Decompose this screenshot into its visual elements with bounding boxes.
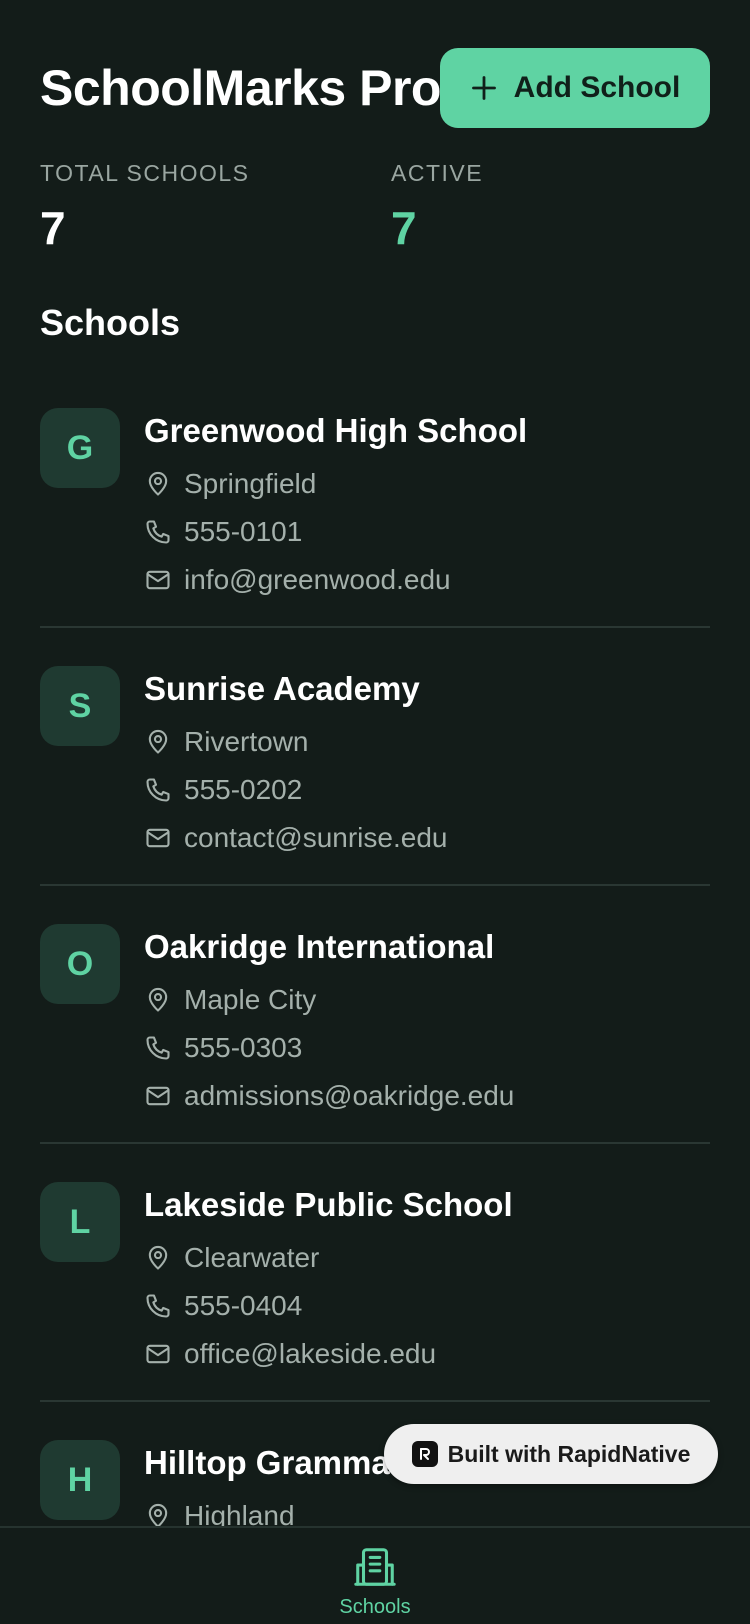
phone-icon (146, 1036, 170, 1060)
map-pin-icon (148, 1245, 168, 1270)
school-email: office@lakeside.edu (184, 1338, 437, 1369)
school-card[interactable]: G Greenwood High School Springfield 555-… (40, 370, 710, 628)
active-schools-value: 7 (391, 202, 417, 254)
map-pin-icon (148, 987, 168, 1012)
map-pin-icon (148, 471, 168, 496)
school-name: Oakridge International (144, 928, 495, 965)
rapidnative-logo-icon (411, 1441, 438, 1467)
tab-schools-label: Schools (339, 1596, 411, 1618)
school-name: Sunrise Academy (144, 670, 420, 707)
school-info: Oakridge International Maple City 555-03… (144, 928, 710, 1120)
school-avatar: O (40, 924, 120, 1004)
school-phone-row: 555-0101 (144, 508, 710, 556)
school-phone: 555-0404 (184, 1290, 303, 1321)
school-city: Maple City (184, 984, 317, 1015)
school-phone: 555-0101 (184, 516, 303, 547)
school-info: Lakeside Public School Clearwater 555-04… (144, 1186, 710, 1378)
tab-schools[interactable]: Schools (325, 1544, 425, 1624)
header: SchoolMarks Pro Add School (40, 48, 710, 132)
school-phone-row: 555-0202 (144, 766, 710, 814)
school-card[interactable]: L Lakeside Public School Clearwater 555-… (40, 1144, 710, 1402)
school-info: Greenwood High School Springfield 555-01… (144, 412, 710, 604)
active-schools-label: ACTIVE (391, 160, 484, 186)
school-phone: 555-0202 (184, 774, 303, 805)
school-phone-row: 555-0404 (144, 1282, 710, 1330)
school-info: Sunrise Academy Rivertown 555-0202 conta… (144, 670, 710, 862)
total-schools-label: TOTAL SCHOOLS (40, 160, 250, 186)
school-phone: 555-0303 (184, 1032, 303, 1063)
school-city: Clearwater (184, 1242, 320, 1273)
school-avatar: S (40, 666, 120, 746)
school-card[interactable]: O Oakridge International Maple City 555-… (40, 886, 710, 1144)
app-screen: SchoolMarks Pro Add School TOTAL SCHOOLS… (0, 0, 750, 1624)
school-city: Springfield (184, 468, 317, 499)
school-email-row: office@lakeside.edu (144, 1330, 710, 1378)
phone-icon (146, 520, 170, 544)
school-building-icon (354, 1548, 396, 1586)
school-location-row: Maple City (144, 976, 710, 1024)
mail-icon (146, 1344, 170, 1364)
school-email-row: admissions@oakridge.edu (144, 1072, 710, 1120)
school-email-row: info@greenwood.edu (144, 556, 710, 604)
active-schools-stat: ACTIVE 7 (391, 160, 483, 255)
add-school-label: Add School (513, 71, 681, 104)
stats-panel: TOTAL SCHOOLS 7 ACTIVE 7 (40, 160, 710, 260)
total-schools-value: 7 (40, 202, 66, 254)
school-avatar: H (40, 1440, 120, 1520)
school-email: contact@sunrise.edu (184, 822, 448, 853)
phone-icon (146, 778, 170, 802)
section-title: Schools (40, 302, 181, 343)
built-with-label: Built with RapidNative (447, 1440, 691, 1467)
app-title: SchoolMarks Pro (40, 60, 441, 116)
phone-icon (146, 1294, 170, 1318)
bottom-tab-bar: Schools (0, 1526, 750, 1624)
built-with-badge[interactable]: Built with RapidNative (384, 1424, 718, 1484)
school-email-row: contact@sunrise.edu (144, 814, 710, 862)
plus-icon (471, 76, 496, 100)
school-avatar: G (40, 408, 120, 488)
school-location-row: Clearwater (144, 1234, 710, 1282)
mail-icon (146, 828, 170, 848)
map-pin-icon (148, 729, 168, 754)
school-name: Lakeside Public School (144, 1186, 513, 1223)
school-card[interactable]: S Sunrise Academy Rivertown 555-0202 con… (40, 628, 710, 886)
school-city: Rivertown (184, 726, 309, 757)
mail-icon (146, 570, 170, 590)
school-phone-row: 555-0303 (144, 1024, 710, 1072)
school-location-row: Rivertown (144, 718, 710, 766)
school-email: admissions@oakridge.edu (184, 1080, 515, 1111)
add-school-button[interactable]: Add School (440, 48, 710, 128)
total-schools-stat: TOTAL SCHOOLS 7 (40, 160, 250, 255)
school-location-row: Springfield (144, 460, 710, 508)
school-email: info@greenwood.edu (184, 564, 451, 595)
mail-icon (146, 1086, 170, 1106)
school-name: Greenwood High School (144, 412, 528, 449)
school-avatar: L (40, 1182, 120, 1262)
